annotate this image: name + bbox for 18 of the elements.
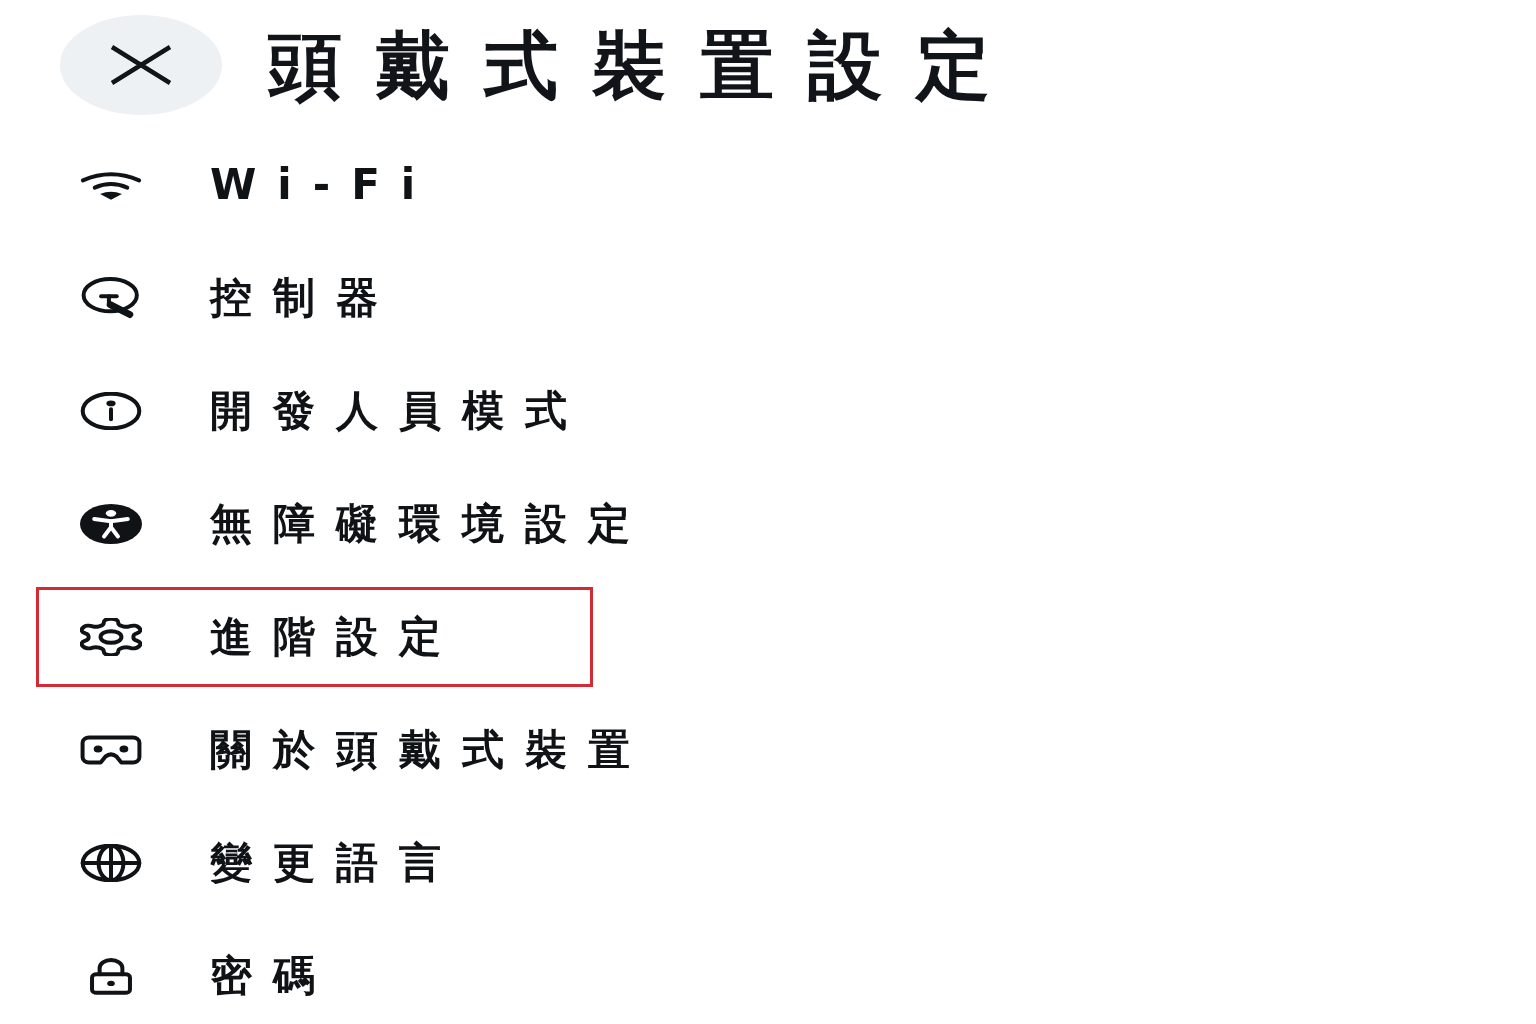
- menu-item[interactable]: 關於頭戴式裝置: [36, 700, 678, 800]
- menu-item[interactable]: Wi-Fi: [36, 135, 593, 235]
- accessibility-icon: [80, 504, 142, 544]
- settings-icon: [80, 618, 142, 656]
- globe-icon: [80, 844, 142, 882]
- menu-item[interactable]: 密碼: [36, 926, 593, 1024]
- close-icon: [110, 45, 172, 85]
- page-title: 頭戴式裝置設定: [268, 20, 1024, 110]
- joystick-icon: [81, 277, 141, 319]
- lock-icon: [89, 957, 133, 995]
- menu-item[interactable]: 無障礙環境設定: [36, 474, 678, 574]
- vr-headset-icon: [80, 735, 142, 765]
- menu-item[interactable]: 變更語言: [36, 813, 593, 913]
- wifi-icon: [80, 170, 142, 200]
- info-icon: [80, 392, 142, 430]
- menu-item[interactable]: 進階設定: [36, 587, 593, 687]
- menu-item[interactable]: 開發人員模式: [36, 361, 615, 461]
- menu-item[interactable]: 控制器: [36, 248, 593, 348]
